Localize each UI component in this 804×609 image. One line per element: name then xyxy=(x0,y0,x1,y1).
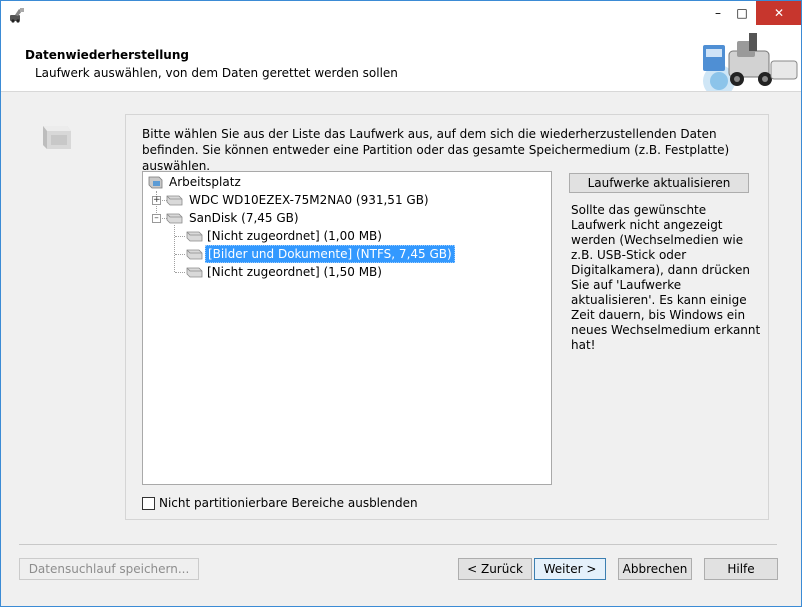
back-button[interactable]: < Zurück xyxy=(458,558,532,580)
next-button[interactable]: Weiter > xyxy=(534,558,606,580)
tree-node-disk[interactable]: WDC WD10EZEX-75M2NA0 (931,51 GB) xyxy=(165,191,431,209)
wizard-header: Datenwiederherstellung Laufwerk auswähle… xyxy=(1,31,801,92)
refresh-drives-button[interactable]: Laufwerke aktualisieren xyxy=(569,173,749,193)
page-subtitle: Laufwerk auswählen, von dem Daten gerett… xyxy=(35,66,398,80)
tree-line xyxy=(175,272,185,273)
help-text: Sollte das gewünschte Laufwerk nicht ang… xyxy=(571,203,761,352)
hide-unpartitioned-checkbox[interactable] xyxy=(142,496,155,510)
content-panel: Bitte wählen Sie aus der Liste das Laufw… xyxy=(125,114,769,520)
tree-node-root[interactable]: Arbeitsplatz xyxy=(147,173,243,191)
save-scan-button[interactable]: Datensuchlauf speichern... xyxy=(19,558,199,580)
tree-node-label: WDC WD10EZEX-75M2NA0 (931,51 GB) xyxy=(189,193,429,207)
drive-icon xyxy=(43,126,71,149)
checkbox-label: Nicht partitionierbare Bereiche ausblend… xyxy=(159,496,418,510)
tree-node-label: SanDisk (7,45 GB) xyxy=(189,211,299,225)
disk-icon xyxy=(166,195,183,206)
instructions-text: Bitte wählen Sie aus der Liste das Laufw… xyxy=(142,127,730,173)
footer-divider xyxy=(19,544,777,545)
app-icon xyxy=(10,8,24,23)
recovery-vehicle-icon xyxy=(689,31,801,91)
page-title: Datenwiederherstellung xyxy=(25,48,189,62)
partition-icon xyxy=(186,249,203,260)
disk-icon xyxy=(166,213,183,224)
tree-node-disk[interactable]: SanDisk (7,45 GB) xyxy=(165,209,301,227)
tree-node-label: [Nicht zugeordnet] (1,00 MB) xyxy=(207,229,382,243)
drive-tree[interactable]: Arbeitsplatz + WDC WD10EZEX-75M2NA0 (931… xyxy=(142,171,552,485)
partition-icon xyxy=(186,267,203,278)
close-button[interactable]: ✕ xyxy=(756,1,801,25)
tree-node-label: Arbeitsplatz xyxy=(169,175,241,189)
tree-node-partition[interactable]: [Nicht zugeordnet] (1,00 MB) xyxy=(185,227,384,245)
title-bar: – □ ✕ xyxy=(1,1,801,31)
tree-node-label: [Nicht zugeordnet] (1,50 MB) xyxy=(207,265,382,279)
expand-toggle[interactable]: + xyxy=(152,196,161,205)
collapse-toggle[interactable]: – xyxy=(152,214,161,223)
help-button[interactable]: Hilfe xyxy=(704,558,778,580)
tree-line xyxy=(175,254,185,255)
cancel-button[interactable]: Abbrechen xyxy=(618,558,692,580)
computer-icon xyxy=(148,176,163,189)
tree-node-label: [Bilder und Dokumente] (NTFS, 7,45 GB) xyxy=(205,245,455,263)
tree-node-partition-selected[interactable]: [Bilder und Dokumente] (NTFS, 7,45 GB) xyxy=(185,245,455,263)
partition-icon xyxy=(186,231,203,242)
main-window: – □ ✕ Datenwiederherstellung Laufwerk au… xyxy=(0,0,802,607)
tree-line xyxy=(174,225,175,272)
hide-unpartitioned-option[interactable]: Nicht partitionierbare Bereiche ausblend… xyxy=(142,496,418,510)
tree-node-partition[interactable]: [Nicht zugeordnet] (1,50 MB) xyxy=(185,263,384,281)
tree-line xyxy=(175,236,185,237)
